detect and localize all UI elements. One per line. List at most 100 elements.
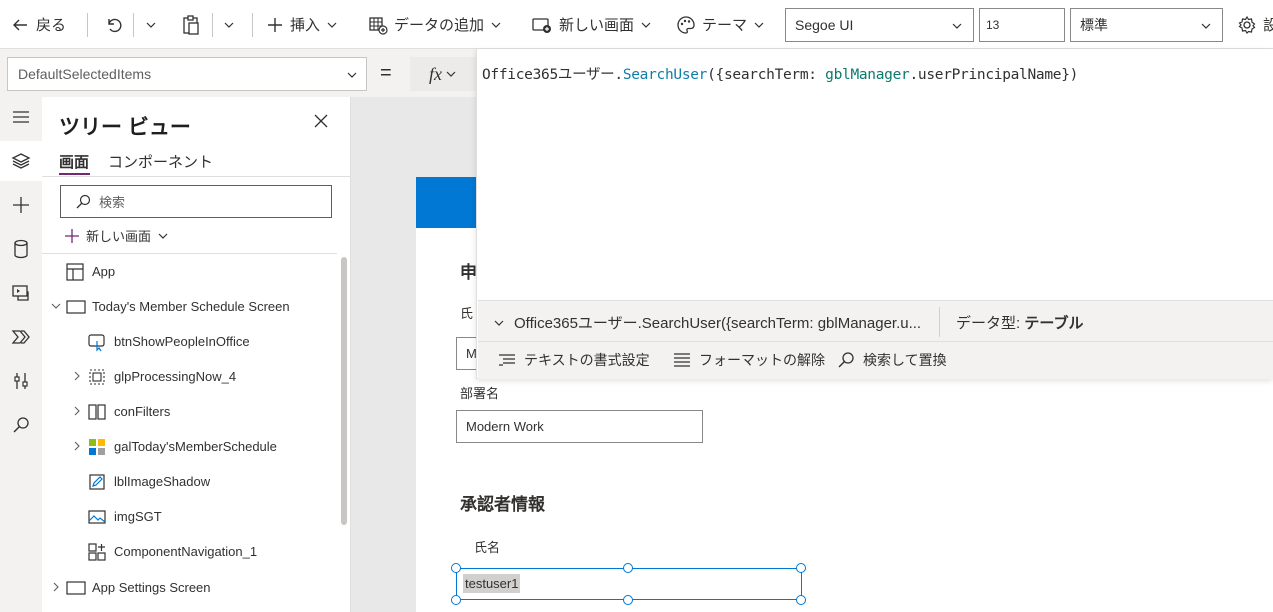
tree-node-label-control[interactable]: lblImageShadow bbox=[42, 464, 342, 499]
find-replace-button[interactable]: 検索して置換 bbox=[837, 350, 947, 370]
search-icon bbox=[13, 417, 29, 433]
screen-icon bbox=[66, 578, 86, 598]
active-tab-indicator bbox=[59, 173, 90, 175]
tree-node-component[interactable]: ComponentNavigation_1 bbox=[42, 534, 342, 569]
resize-handle[interactable] bbox=[623, 563, 633, 573]
equals-sign: = bbox=[380, 62, 392, 84]
power-automate-rail-button[interactable] bbox=[0, 317, 42, 357]
tree-node-group[interactable]: glpProcessingNow_4 bbox=[42, 359, 342, 394]
close-button[interactable] bbox=[313, 113, 329, 132]
media-rail-button[interactable] bbox=[0, 273, 42, 313]
font-weight-select[interactable]: 標準 bbox=[1070, 8, 1223, 42]
resize-handle[interactable] bbox=[451, 595, 461, 605]
chevron-down-icon bbox=[1201, 23, 1211, 29]
tree-view-button[interactable] bbox=[0, 141, 42, 181]
search-rail-button[interactable] bbox=[0, 405, 42, 445]
new-screen-icon bbox=[532, 17, 551, 33]
theme-button[interactable]: テーマ bbox=[676, 0, 765, 49]
tree-scrollbar[interactable] bbox=[341, 257, 347, 525]
remove-format-button[interactable]: フォーマットの解除 bbox=[673, 350, 825, 370]
insert-rail-button[interactable] bbox=[0, 185, 42, 225]
chevron-right-icon[interactable] bbox=[72, 406, 82, 416]
tree-node-screen[interactable]: Today's Member Schedule Screen bbox=[42, 289, 342, 324]
chevron-right-icon[interactable] bbox=[72, 441, 82, 451]
back-button[interactable]: 戻る bbox=[10, 0, 66, 49]
resize-handle[interactable] bbox=[451, 563, 461, 573]
screen-icon bbox=[66, 297, 86, 317]
chevron-down-icon bbox=[446, 71, 456, 77]
resize-handle[interactable] bbox=[623, 595, 633, 605]
data-type: データ型: テーブル bbox=[956, 312, 1083, 333]
insert-label: 挿入 bbox=[290, 17, 321, 34]
hamburger-icon bbox=[13, 111, 29, 123]
chevron-down-icon bbox=[952, 23, 962, 29]
resize-handle[interactable] bbox=[796, 595, 806, 605]
palette-icon bbox=[677, 15, 695, 34]
tree-node-label: App bbox=[92, 264, 116, 279]
approver-heading: 承認者情報 bbox=[460, 495, 545, 514]
plus-icon bbox=[268, 17, 282, 32]
toolbar-divider bbox=[252, 13, 253, 37]
tree-new-screen-button[interactable]: 新しい画面 bbox=[64, 226, 169, 245]
search-input[interactable]: 検索 bbox=[60, 185, 332, 218]
tree-node-label: App Settings Screen bbox=[92, 580, 211, 595]
font-family-select[interactable]: Segoe UI bbox=[785, 8, 974, 42]
format-text-button[interactable]: テキストの書式設定 bbox=[498, 350, 650, 370]
settings-button[interactable]: 設 bbox=[1237, 0, 1273, 49]
divider bbox=[42, 176, 350, 177]
tree-node-label: lblImageShadow bbox=[114, 474, 211, 489]
code-function-token: SearchUser bbox=[622, 67, 708, 83]
tab-components[interactable]: コンポーネント bbox=[108, 151, 213, 172]
find-replace-label: 検索して置換 bbox=[863, 352, 947, 368]
chevron-right-icon[interactable] bbox=[51, 582, 61, 592]
tab-screens[interactable]: 画面 bbox=[59, 151, 89, 172]
container-icon bbox=[87, 402, 107, 422]
tree-node-button[interactable]: btnShowPeopleInOffice bbox=[42, 324, 342, 359]
screen-header-bar bbox=[416, 177, 476, 228]
name-label-partial: 氏 bbox=[460, 306, 474, 321]
format-text-label: テキストの書式設定 bbox=[524, 352, 650, 368]
formula-editor[interactable]: Office365ユーザー.SearchUser({searchTerm: gb… bbox=[476, 49, 1273, 379]
fx-button[interactable]: fx bbox=[410, 57, 476, 91]
tree-node-screen[interactable]: App Settings Screen bbox=[42, 570, 342, 605]
layers-icon bbox=[11, 153, 31, 169]
tree-node-gallery[interactable]: galToday'sMemberSchedule bbox=[42, 429, 342, 464]
hamburger-button[interactable] bbox=[0, 97, 42, 137]
back-label: 戻る bbox=[36, 17, 67, 34]
tree-node-image[interactable]: imgSGT bbox=[42, 499, 342, 534]
new-screen-button[interactable]: 新しい画面 bbox=[531, 0, 652, 49]
resize-handle[interactable] bbox=[796, 563, 806, 573]
paste-button[interactable] bbox=[180, 0, 202, 49]
formula-code[interactable]: Office365ユーザー.SearchUser({searchTerm: gb… bbox=[482, 63, 1078, 84]
clipboard-icon bbox=[183, 14, 199, 35]
group-icon bbox=[87, 367, 107, 387]
chevron-down-icon bbox=[158, 233, 168, 239]
paste-dropdown[interactable] bbox=[223, 0, 235, 49]
tree-node-container[interactable]: conFilters bbox=[42, 394, 342, 429]
section-heading-partial: 申 bbox=[460, 263, 477, 282]
undo-button[interactable] bbox=[103, 0, 123, 49]
toolbar-divider bbox=[87, 13, 88, 37]
tree-view-title: ツリー ビュー bbox=[59, 116, 191, 139]
tree-node-label: ComponentNavigation_1 bbox=[114, 544, 258, 559]
tree-node-label: Today's Member Schedule Screen bbox=[92, 299, 290, 314]
tools-icon bbox=[14, 373, 28, 389]
department-value: Modern Work bbox=[466, 419, 544, 434]
tools-rail-button[interactable] bbox=[0, 361, 42, 401]
result-expand-toggle[interactable]: Office365ユーザー.SearchUser({searchTerm: gb… bbox=[493, 312, 921, 333]
tree-node-app[interactable]: App bbox=[42, 254, 342, 289]
undo-icon bbox=[108, 18, 122, 32]
approver-name-label: 氏名 bbox=[474, 540, 501, 555]
undo-dropdown[interactable] bbox=[145, 0, 157, 49]
property-select[interactable]: DefaultSelectedItems bbox=[7, 57, 367, 91]
font-size-input[interactable]: 13 bbox=[979, 8, 1065, 42]
chevron-right-icon[interactable] bbox=[72, 371, 82, 381]
component-icon bbox=[87, 542, 107, 562]
insert-button[interactable]: 挿入 bbox=[266, 0, 338, 49]
chevron-down-icon[interactable] bbox=[51, 301, 61, 311]
department-input[interactable]: Modern Work bbox=[456, 410, 703, 443]
data-type-value: テーブル bbox=[1024, 315, 1084, 332]
data-rail-button[interactable] bbox=[0, 229, 42, 269]
font-weight-value: 標準 bbox=[1080, 17, 1108, 33]
add-data-button[interactable]: データの追加 bbox=[368, 0, 502, 49]
